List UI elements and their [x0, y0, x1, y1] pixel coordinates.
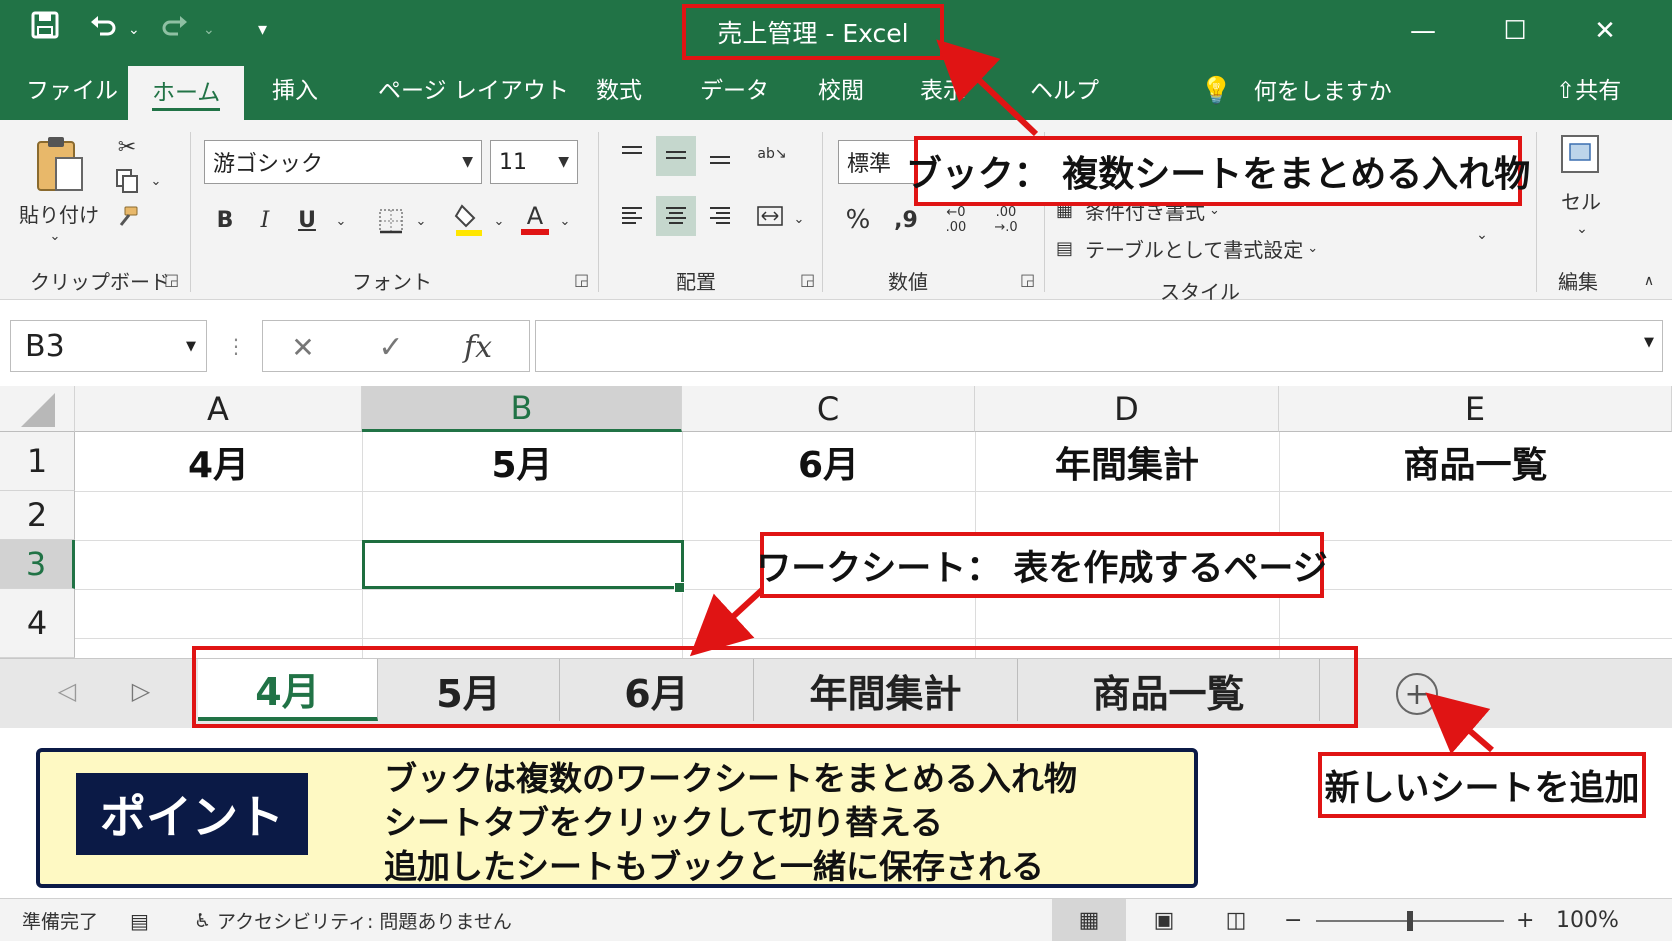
- point-line-1: ブックは複数のワークシートをまとめる入れ物: [384, 759, 1077, 798]
- status-bar: 準備完了 ▤ ♿ アクセシビリティ: 問題ありません ▦ ▣ ◫ − + 100…: [0, 898, 1672, 941]
- page-layout-view-icon[interactable]: ▣: [1144, 899, 1184, 941]
- point-line-3: 追加したシートもブックと一緒に保存される: [384, 847, 1044, 886]
- arrow-to-title: [936, 39, 1039, 137]
- zoom-slider[interactable]: [1316, 899, 1504, 941]
- normal-view-icon[interactable]: ▦: [1052, 899, 1126, 941]
- zoom-level[interactable]: 100%: [1556, 899, 1619, 941]
- status-ready: 準備完了: [22, 911, 99, 933]
- accessibility-status[interactable]: ♿ アクセシビリティ: 問題ありません: [194, 899, 512, 941]
- zoom-in-icon[interactable]: +: [1516, 899, 1534, 941]
- page-break-view-icon[interactable]: ◫: [1216, 899, 1256, 941]
- zoom-slider-thumb[interactable]: [1407, 910, 1413, 931]
- macro-record-icon[interactable]: ▤: [130, 899, 149, 941]
- accessibility-icon: ♿: [194, 909, 212, 932]
- zoom-out-icon[interactable]: −: [1284, 899, 1302, 941]
- accessibility-text: アクセシビリティ: 問題ありません: [217, 911, 512, 933]
- point-line-2: シートタブをクリックして切り替える: [384, 803, 944, 842]
- arrow-to-add-sheet: [1425, 692, 1494, 755]
- arrow-to-tabs: [689, 587, 765, 657]
- point-label: ポイント: [76, 773, 308, 855]
